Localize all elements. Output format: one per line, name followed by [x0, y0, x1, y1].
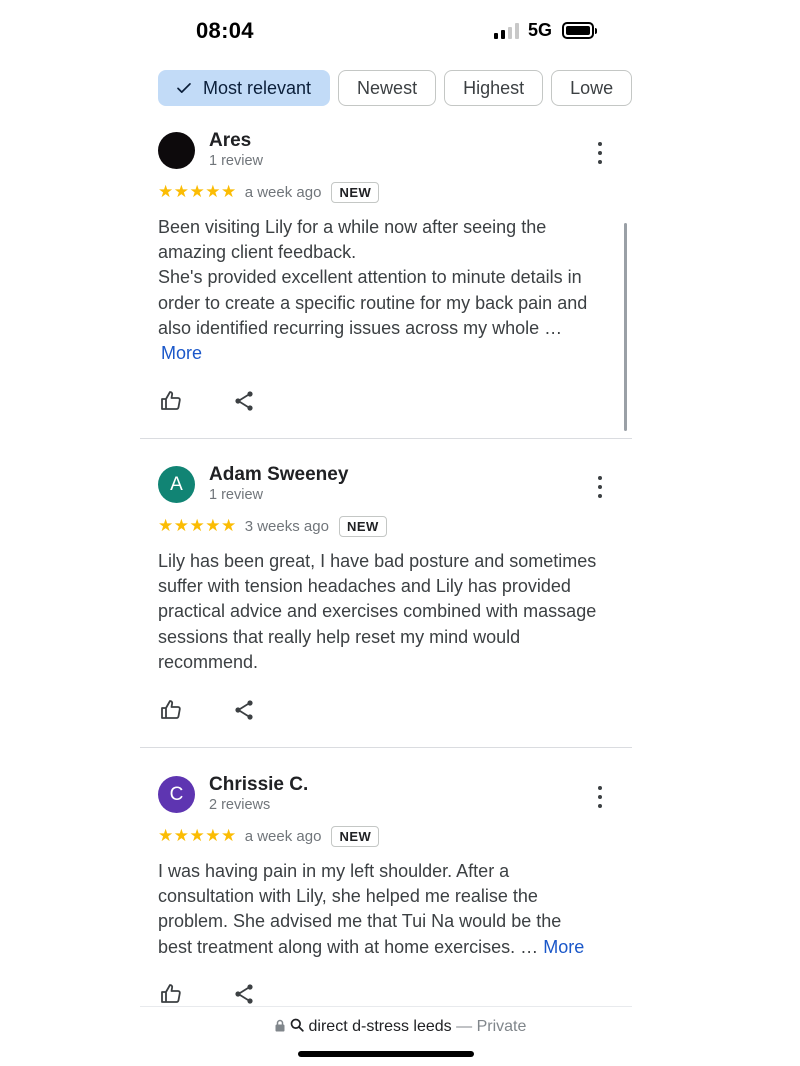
share-icon[interactable] [231, 388, 257, 414]
chip-newest[interactable]: Newest [338, 70, 437, 106]
star-rating: ★★★★★ [158, 826, 237, 845]
status-time: 08:04 [196, 18, 254, 43]
new-badge: NEW [331, 825, 380, 847]
review-line: recommend. [158, 651, 259, 672]
lock-icon [274, 1018, 290, 1035]
private-mode-label: Private [476, 1018, 527, 1035]
chip-label: Lowe [570, 77, 614, 98]
review-date: a week ago [244, 183, 322, 201]
avatar[interactable]: A [158, 466, 195, 503]
divider [140, 438, 632, 439]
thumb-up-icon[interactable] [158, 388, 184, 414]
review-actions [158, 388, 257, 414]
review-line: consultation with Lily, she helped me re… [158, 886, 538, 907]
thumb-up-icon[interactable] [158, 697, 184, 723]
review-line: also identified recurring issues across … [158, 317, 563, 338]
reviewer-review-count: 1 review [209, 153, 263, 169]
star-rating: ★★★★★ [158, 182, 237, 201]
review-line: I was having pain in my left shoulder. A… [158, 861, 510, 881]
cellular-signal-icon [494, 22, 519, 39]
review-date: a week ago [244, 827, 322, 845]
chip-highest[interactable]: Highest [444, 70, 544, 106]
more-link[interactable]: More [161, 343, 202, 363]
network-type: 5G [528, 20, 553, 40]
more-link[interactable]: More [543, 937, 584, 957]
reviewer-name[interactable]: Ares [209, 130, 251, 152]
separator: — [451, 1018, 477, 1035]
review-date: 3 weeks ago [244, 517, 329, 535]
review-text: Lily has been great, I have bad posture … [158, 549, 618, 675]
new-badge: NEW [338, 515, 387, 537]
scrollbar[interactable] [624, 223, 627, 431]
sort-chips-bar[interactable]: Most relevant Newest Highest Lowe [158, 70, 632, 108]
review-meta: ★★★★★ a week ago NEW [158, 180, 380, 204]
review-text: Been visiting Lily for a while now after… [158, 215, 618, 366]
home-indicator[interactable] [298, 1051, 474, 1057]
review-line: order to create a specific routine for m… [158, 292, 588, 313]
review-meta: ★★★★★ a week ago NEW [158, 824, 380, 848]
avatar[interactable] [158, 132, 195, 169]
review-line: Been visiting Lily for a while now after… [158, 217, 547, 237]
status-indicators: 5G [494, 20, 598, 41]
new-badge: NEW [331, 181, 380, 203]
review-actions [158, 981, 257, 1007]
reviewer-review-count: 2 reviews [209, 797, 271, 813]
chip-label: Highest [463, 77, 525, 98]
reviewer-name[interactable]: Chrissie C. [209, 774, 308, 796]
chip-label: Most relevant [203, 77, 312, 98]
divider [140, 1006, 632, 1007]
chip-most-relevant[interactable]: Most relevant [158, 70, 331, 106]
review-line: sessions that really help reset my mind … [158, 626, 521, 647]
review-line: suffer with tension headaches and Lily h… [158, 576, 571, 597]
review-line: problem. She advised me that Tui Na woul… [158, 911, 562, 932]
chip-lowest[interactable]: Lowe [551, 70, 632, 106]
address-bar[interactable]: direct d-stress leeds — Private [0, 1018, 800, 1036]
share-icon[interactable] [231, 981, 257, 1007]
review-text: I was having pain in my left shoulder. A… [158, 859, 618, 960]
star-rating: ★★★★★ [158, 516, 237, 535]
review-line: best treatment along with at home exerci… [158, 936, 539, 957]
review-line: amazing client feedback. [158, 242, 357, 263]
reviewer-review-count: 1 review [209, 487, 263, 503]
reviewer-name[interactable]: Adam Sweeney [209, 464, 348, 486]
search-icon [290, 1018, 308, 1035]
more-vert-icon[interactable] [595, 476, 605, 498]
battery-icon [562, 22, 598, 39]
review-line: practical advice and exercises combined … [158, 601, 597, 622]
chip-label: Newest [357, 77, 418, 98]
thumb-up-icon[interactable] [158, 981, 184, 1007]
screen: 08:04 5G Most relevant Newest Highest Lo… [0, 0, 800, 1066]
review-meta: ★★★★★ 3 weeks ago NEW [158, 514, 387, 538]
review-line: She's provided excellent attention to mi… [158, 267, 582, 288]
search-query: direct d-stress leeds [308, 1018, 452, 1035]
share-icon[interactable] [231, 697, 257, 723]
review-actions [158, 697, 257, 723]
avatar[interactable]: C [158, 776, 195, 813]
check-icon [175, 79, 193, 97]
review-line: Lily has been great, I have bad posture … [158, 551, 597, 571]
divider [140, 747, 632, 748]
more-vert-icon[interactable] [595, 786, 605, 808]
more-vert-icon[interactable] [595, 142, 605, 164]
